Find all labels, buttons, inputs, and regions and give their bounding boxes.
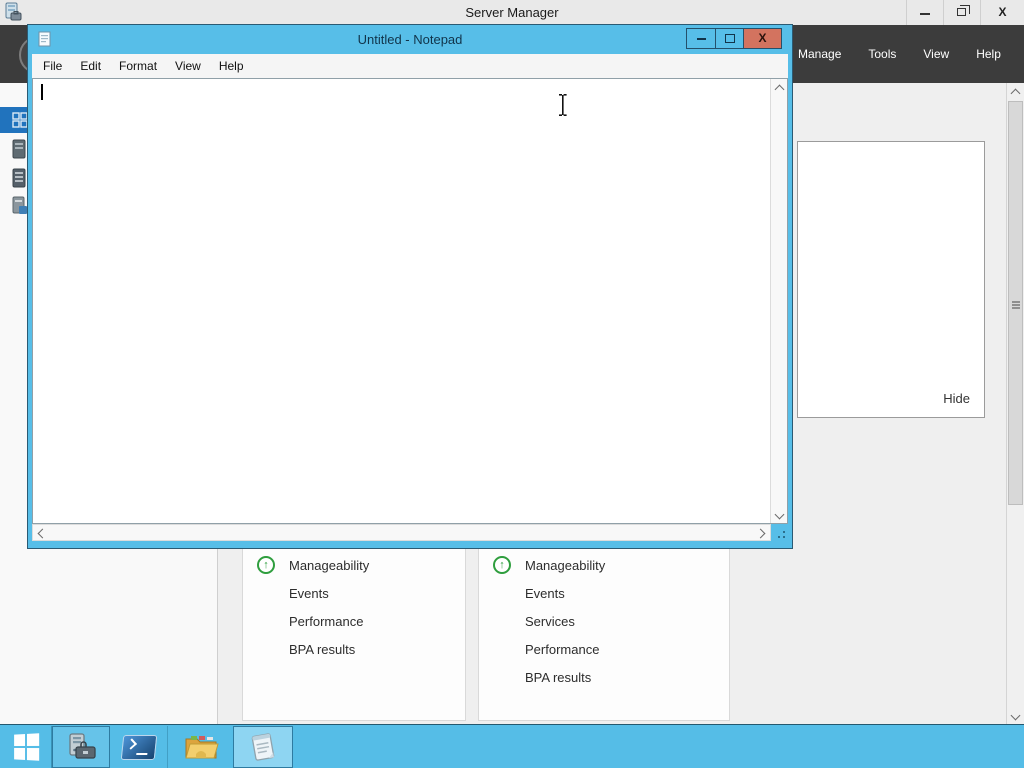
notepad-menu-file[interactable]: File: [34, 59, 71, 73]
server-manager-title: Server Manager: [465, 5, 559, 20]
thumb-grip-icon: [1012, 301, 1020, 303]
up-arrow-glyph: ↑: [499, 559, 505, 571]
scroll-up-button[interactable]: [771, 79, 787, 97]
hide-button[interactable]: Hide: [943, 391, 970, 406]
notepad-menu-help[interactable]: Help: [210, 59, 253, 73]
scroll-up-icon: [774, 84, 785, 95]
resize-grip[interactable]: [771, 524, 788, 541]
powershell-icon: [120, 734, 157, 760]
notification-panel: Hide: [797, 141, 985, 418]
notepad-menu-format[interactable]: Format: [110, 59, 166, 73]
notepad-window-controls: X: [686, 28, 782, 49]
scroll-up-button[interactable]: [1007, 83, 1024, 101]
menu-help[interactable]: Help: [976, 47, 1001, 61]
status-up-icon: ↑: [257, 556, 275, 574]
scroll-up-icon: [1010, 88, 1021, 99]
all-servers-icon[interactable]: [12, 168, 27, 189]
restore-down-icon: [957, 5, 970, 16]
notepad-maximize-button[interactable]: [715, 29, 743, 48]
sm-vertical-scrollbar[interactable]: [1006, 83, 1024, 724]
tile2-services-link[interactable]: Services: [525, 614, 575, 629]
text-caret: [41, 84, 43, 100]
taskbar-powershell-button[interactable]: [110, 726, 168, 768]
menu-view[interactable]: View: [923, 47, 949, 61]
scroll-down-button[interactable]: [771, 505, 787, 523]
notepad-window: Untitled - Notepad X File Edit Format Vi…: [28, 25, 792, 548]
file-storage-services-icon[interactable]: [12, 196, 28, 216]
file-explorer-icon: [184, 736, 219, 759]
dashboard-grid-icon: [12, 112, 28, 128]
notepad-text-area[interactable]: [32, 78, 788, 524]
notepad-horizontal-scrollbar[interactable]: [32, 524, 771, 541]
notepad-menu-view[interactable]: View: [166, 59, 210, 73]
tile1-manageability-link[interactable]: Manageability: [289, 558, 369, 573]
notepad-menu-edit[interactable]: Edit: [71, 59, 110, 73]
taskbar-server-manager-button[interactable]: [52, 726, 110, 768]
notepad-icon: [251, 733, 275, 761]
local-server-icon[interactable]: [12, 139, 27, 160]
taskbar-notepad-button[interactable]: [233, 726, 293, 768]
tile2-events-link[interactable]: Events: [525, 586, 565, 601]
sm-window-controls: X: [906, 0, 1024, 25]
scroll-down-icon: [1010, 710, 1021, 721]
desktop: Server Manager X Manage Tools View Help: [0, 0, 1024, 768]
tile1-events-link[interactable]: Events: [289, 586, 329, 601]
notepad-close-button[interactable]: X: [743, 29, 781, 48]
close-icon: X: [998, 5, 1007, 19]
notepad-minimize-button[interactable]: [687, 29, 715, 48]
menu-tools[interactable]: Tools: [868, 47, 896, 61]
windows-logo-icon: [13, 733, 39, 761]
minimize-icon: [920, 13, 930, 15]
close-icon: X: [758, 31, 767, 45]
maximize-icon: [724, 34, 735, 43]
up-arrow-glyph: ↑: [263, 559, 269, 571]
ibeam-cursor-icon: [559, 94, 567, 116]
scroll-down-button[interactable]: [1007, 706, 1024, 724]
scrollbar-thumb[interactable]: [1008, 101, 1023, 505]
menu-manage[interactable]: Manage: [798, 47, 841, 61]
notepad-menubar: File Edit Format View Help: [32, 54, 788, 78]
taskbar-file-explorer-button[interactable]: [168, 726, 233, 768]
sm-restore-button[interactable]: [943, 0, 980, 25]
status-up-icon: ↑: [493, 556, 511, 574]
notepad-title: Untitled - Notepad: [357, 32, 463, 47]
tile1-performance-link[interactable]: Performance: [289, 614, 363, 629]
scroll-down-icon: [774, 509, 785, 520]
tile2-manageability-link[interactable]: Manageability: [525, 558, 605, 573]
minimize-icon: [696, 38, 706, 40]
scroll-right-icon: [755, 528, 766, 539]
tile2-bpa-results-link[interactable]: BPA results: [525, 670, 591, 685]
taskbar: 4:58 AM 12/4/2025: [0, 724, 1024, 768]
notepad-titlebar[interactable]: Untitled - Notepad X: [28, 25, 792, 54]
tile2-performance-link[interactable]: Performance: [525, 642, 599, 657]
sm-close-button[interactable]: X: [980, 0, 1024, 25]
sm-minimize-button[interactable]: [906, 0, 943, 25]
scroll-left-icon: [37, 528, 48, 539]
server-manager-titlebar[interactable]: Server Manager X: [0, 0, 1024, 25]
start-button[interactable]: [0, 726, 52, 768]
server-manager-icon: [69, 733, 96, 759]
server-manager-menu: Manage Tools View Help: [798, 25, 1001, 83]
tile1-bpa-results-link[interactable]: BPA results: [289, 642, 355, 657]
notepad-vertical-scrollbar[interactable]: [770, 79, 787, 523]
